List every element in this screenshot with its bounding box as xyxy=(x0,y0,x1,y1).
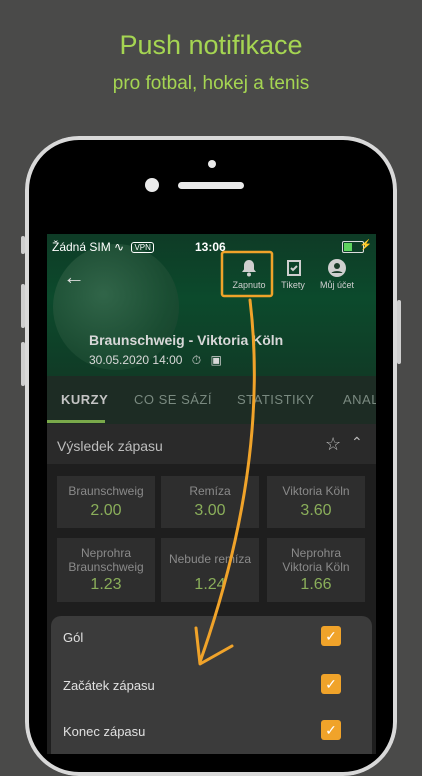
annotation-arrow xyxy=(194,250,274,666)
